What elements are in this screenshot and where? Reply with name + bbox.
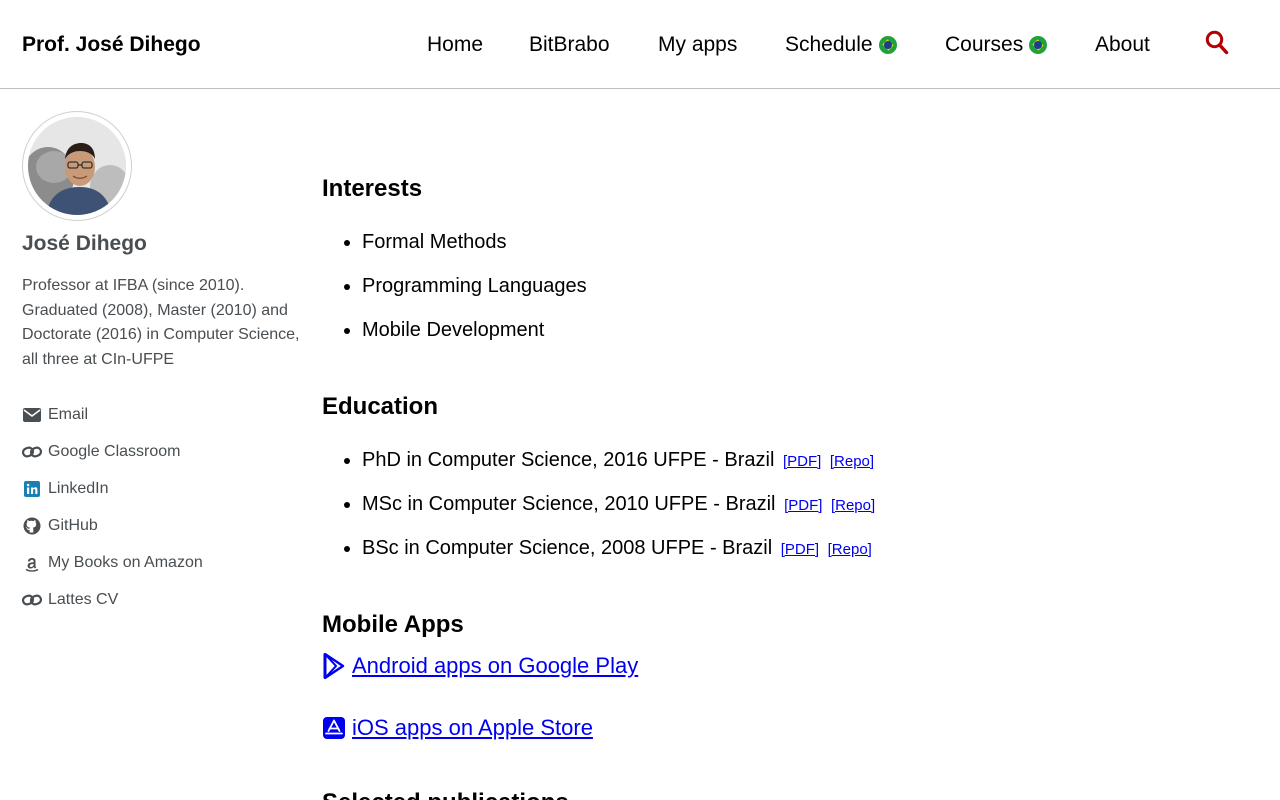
author-link-lattes-cv[interactable]: Lattes CV [22,581,203,618]
publications-heading: Selected publications [322,789,569,800]
android-apps-link[interactable]: Android apps on Google Play [322,653,638,679]
search-button[interactable] [1204,30,1230,56]
nav-schedule[interactable]: Schedule [785,32,897,58]
nav-schedule-label: Schedule [785,33,873,56]
author-link-google-classroom-label: Google Classroom [48,442,181,460]
author-link-linkedin[interactable]: LinkedIn [22,470,203,507]
github-icon [22,516,42,536]
android-apps-label: Android apps on Google Play [352,653,639,678]
mobile-apps-heading: Mobile Apps [322,611,464,638]
brazil-flag-icon [1029,36,1048,54]
author-links: Email Google Classroom LinkedIn GitHub M… [22,396,203,618]
nav-my-apps[interactable]: My apps [658,32,737,58]
repo-link[interactable]: [Repo] [828,541,872,558]
education-text: BSc in Computer Science, 2008 UFPE - Bra… [362,537,773,559]
masthead: Prof. José Dihego Home BitBrabo My apps … [0,0,1280,89]
link-icon [22,590,42,610]
education-text: MSc in Computer Science, 2010 UFPE - Bra… [362,493,776,515]
ios-apps-link[interactable]: iOS apps on Apple Store [322,715,593,741]
pdf-link[interactable]: [PDF] [784,497,822,514]
nav-about[interactable]: About [1095,32,1150,58]
nav-home[interactable]: Home [427,32,483,58]
list-item: Mobile Development [362,318,587,362]
pdf-link[interactable]: [PDF] [783,453,821,470]
list-item: MSc in Computer Science, 2010 UFPE - Bra… [362,492,875,536]
app-store-icon [323,717,345,739]
interests-list: Formal Methods Programming Languages Mob… [362,230,587,362]
author-link-email-label: Email [48,405,89,423]
education-text: PhD in Computer Science, 2016 UFPE - Bra… [362,449,775,471]
author-link-github-label: GitHub [48,516,98,534]
nav-about-label: About [1095,33,1150,56]
author-link-amazon-label: My Books on Amazon [48,553,203,571]
pdf-link[interactable]: [PDF] [781,541,819,558]
search-icon [1205,30,1229,55]
nav-bitbrabo[interactable]: BitBrabo [529,32,610,58]
interests-heading: Interests [322,175,423,202]
education-heading: Education [322,393,439,420]
site-title[interactable]: Prof. José Dihego [22,33,201,57]
author-bio: Professor at IFBA (since 2010). Graduate… [22,277,300,368]
author-link-email[interactable]: Email [22,396,203,433]
author-link-github[interactable]: GitHub [22,507,203,544]
amazon-icon [22,553,42,573]
repo-link[interactable]: [Repo] [830,453,874,470]
avatar-photo [28,117,126,215]
nav-home-label: Home [427,33,484,56]
list-item: Formal Methods [362,230,587,274]
avatar [22,111,132,221]
ios-apps-label: iOS apps on Apple Store [352,715,593,740]
nav-bitbrabo-label: BitBrabo [529,33,610,56]
author-link-lattes-cv-label: Lattes CV [48,590,119,608]
repo-link[interactable]: [Repo] [831,497,875,514]
brazil-flag-icon [878,36,897,54]
nav-courses[interactable]: Courses [945,32,1048,58]
author-link-google-classroom[interactable]: Google Classroom [22,433,203,470]
list-item: BSc in Computer Science, 2008 UFPE - Bra… [362,536,875,580]
author-link-linkedin-label: LinkedIn [48,479,109,497]
link-icon [22,442,42,462]
list-item: Programming Languages [362,274,587,318]
list-item: PhD in Computer Science, 2016 UFPE - Bra… [362,448,875,492]
nav-courses-label: Courses [945,33,1024,56]
linkedin-icon [22,479,42,499]
envelope-icon [22,405,42,425]
nav-my-apps-label: My apps [658,33,738,56]
author-name: José Dihego [22,232,147,255]
author-link-amazon[interactable]: My Books on Amazon [22,544,203,581]
google-play-icon [323,653,345,679]
education-list: PhD in Computer Science, 2016 UFPE - Bra… [362,448,875,580]
